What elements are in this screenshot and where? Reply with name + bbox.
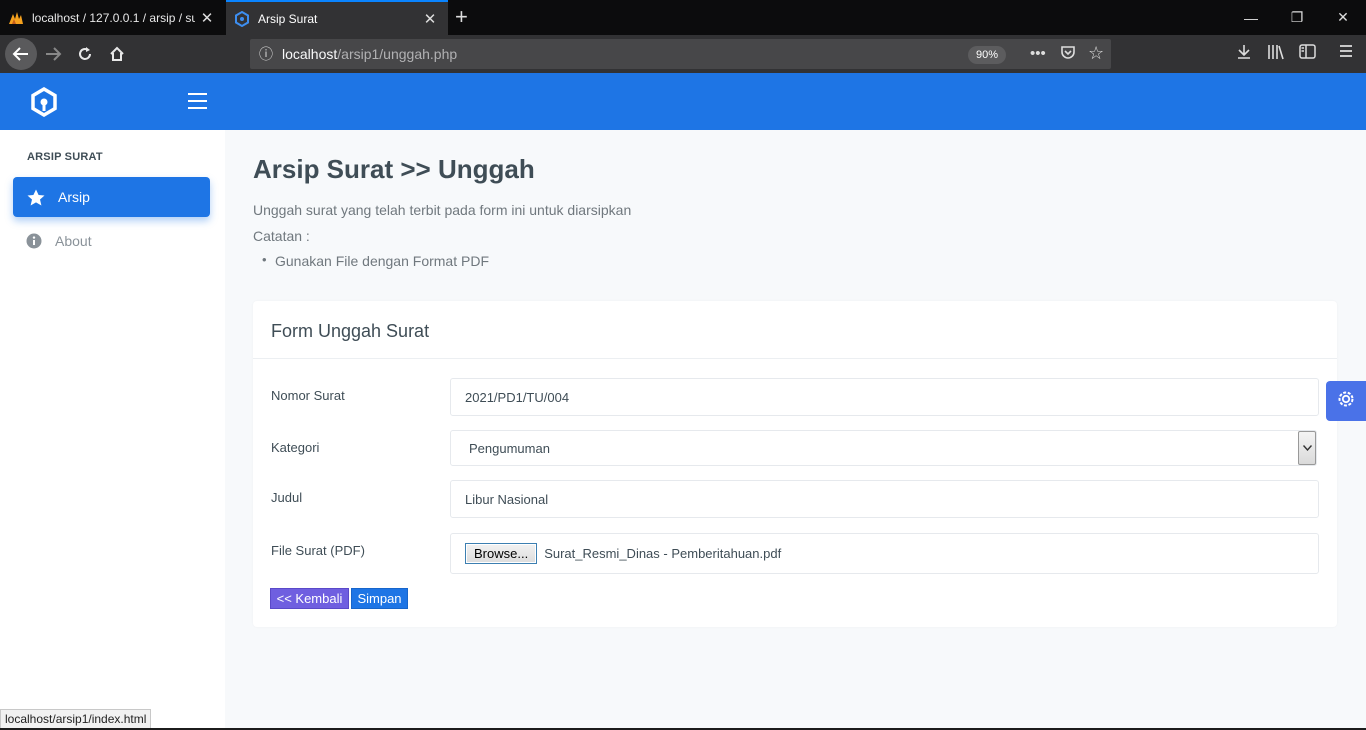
note-item: Gunakan File dengan Format PDF [262,252,489,269]
kategori-select[interactable]: Pengumuman [450,430,1317,466]
restore-icon[interactable]: ❐ [1274,0,1320,35]
minimize-icon[interactable]: — [1228,0,1274,35]
browser-tab-phpmyadmin[interactable]: localhost / 127.0.0.1 / arsip / surat ✕ [0,0,225,35]
page-actions-icon[interactable]: ••• [1030,45,1046,62]
browser-tab-arsip-surat[interactable]: Arsip Surat ✕ [226,0,448,35]
tab-title: Arsip Surat [258,11,318,26]
browser-tab-bar: localhost / 127.0.0.1 / arsip / surat ✕ … [0,0,1366,35]
file-surat-label: File Surat (PDF) [271,543,365,558]
sidebar: ARSIP SURAT Arsip About [0,130,225,730]
nomor-surat-input[interactable]: 2021/PD1/TU/004 [450,378,1319,416]
info-icon [13,233,55,249]
sidebar-heading: ARSIP SURAT [27,151,103,163]
card-header: Form Unggah Surat [253,301,1337,359]
sidebar-item-label: Arsip [58,189,90,205]
star-icon [13,189,58,206]
nomor-surat-value: 2021/PD1/TU/004 [465,389,570,405]
sidebar-item-about[interactable]: About [13,221,210,261]
settings-button[interactable] [1326,381,1366,421]
app-header [0,73,1366,130]
close-window-icon[interactable]: ✕ [1320,0,1366,35]
tab-title: localhost / 127.0.0.1 / arsip / surat [32,10,195,25]
url-path: /arsip1/unggah.php [337,46,458,62]
downloads-icon[interactable] [1236,44,1252,65]
library-icon[interactable] [1267,44,1285,65]
judul-value: Libur Nasional [465,491,549,507]
page-title: Arsip Surat >> Unggah [253,154,535,184]
form-title: Form Unggah Surat [271,321,430,341]
reload-icon[interactable] [70,39,100,69]
pocket-icon[interactable] [1060,45,1076,64]
menu-icon[interactable] [1339,44,1353,63]
site-info-icon[interactable]: ⓘ [250,44,282,64]
close-tab-icon[interactable]: ✕ [195,9,219,27]
forward-icon[interactable] [38,39,68,69]
judul-input[interactable]: Libur Nasional [450,480,1319,518]
nomor-surat-label: Nomor Surat [271,388,345,403]
status-url-bar: localhost/arsip1/index.html [0,709,152,729]
file-surat-input[interactable]: Browse... Surat_Resmi_Dinas - Pemberitah… [450,533,1319,574]
sidebar-item-arsip[interactable]: Arsip [13,177,210,217]
phpmyadmin-icon [8,10,24,26]
zoom-level[interactable]: 90% [968,46,1006,64]
home-icon[interactable] [102,39,132,69]
judul-label: Judul [271,490,303,505]
browse-button[interactable]: Browse... [465,543,538,564]
url-host: localhost [282,46,338,62]
chevron-down-icon[interactable] [1298,431,1316,465]
back-button[interactable]: << Kembali [270,588,349,609]
app-logo-icon [234,10,250,27]
bookmark-star-icon[interactable]: ☆ [1088,43,1104,64]
back-icon[interactable] [5,38,37,70]
gear-icon [1336,389,1356,414]
upload-form-card: Form Unggah Surat Nomor Surat 2021/PD1/T… [253,301,1337,627]
menu-toggle-icon[interactable] [188,93,207,109]
kategori-label: Kategori [271,440,320,455]
sidebar-toggle-icon[interactable] [1299,44,1316,64]
app-logo-icon[interactable] [30,86,58,118]
page-description: Unggah surat yang telah terbit pada form… [253,202,632,218]
main-content: Arsip Surat >> Unggah Unggah surat yang … [225,130,1366,730]
new-tab-button[interactable]: + [455,4,468,30]
sidebar-item-label: About [55,233,92,249]
close-tab-icon[interactable]: ✕ [418,10,442,28]
notes-label: Catatan : [253,228,310,244]
kategori-value: Pengumuman [469,440,550,456]
browser-nav-bar: ⓘ localhost/arsip1/unggah.php 90% ••• ☆ [0,35,1366,73]
url-bar[interactable]: ⓘ localhost/arsip1/unggah.php 90% ••• ☆ [250,39,1111,69]
save-button[interactable]: Simpan [351,588,408,609]
file-name: Surat_Resmi_Dinas - Pemberitahuan.pdf [544,546,782,561]
